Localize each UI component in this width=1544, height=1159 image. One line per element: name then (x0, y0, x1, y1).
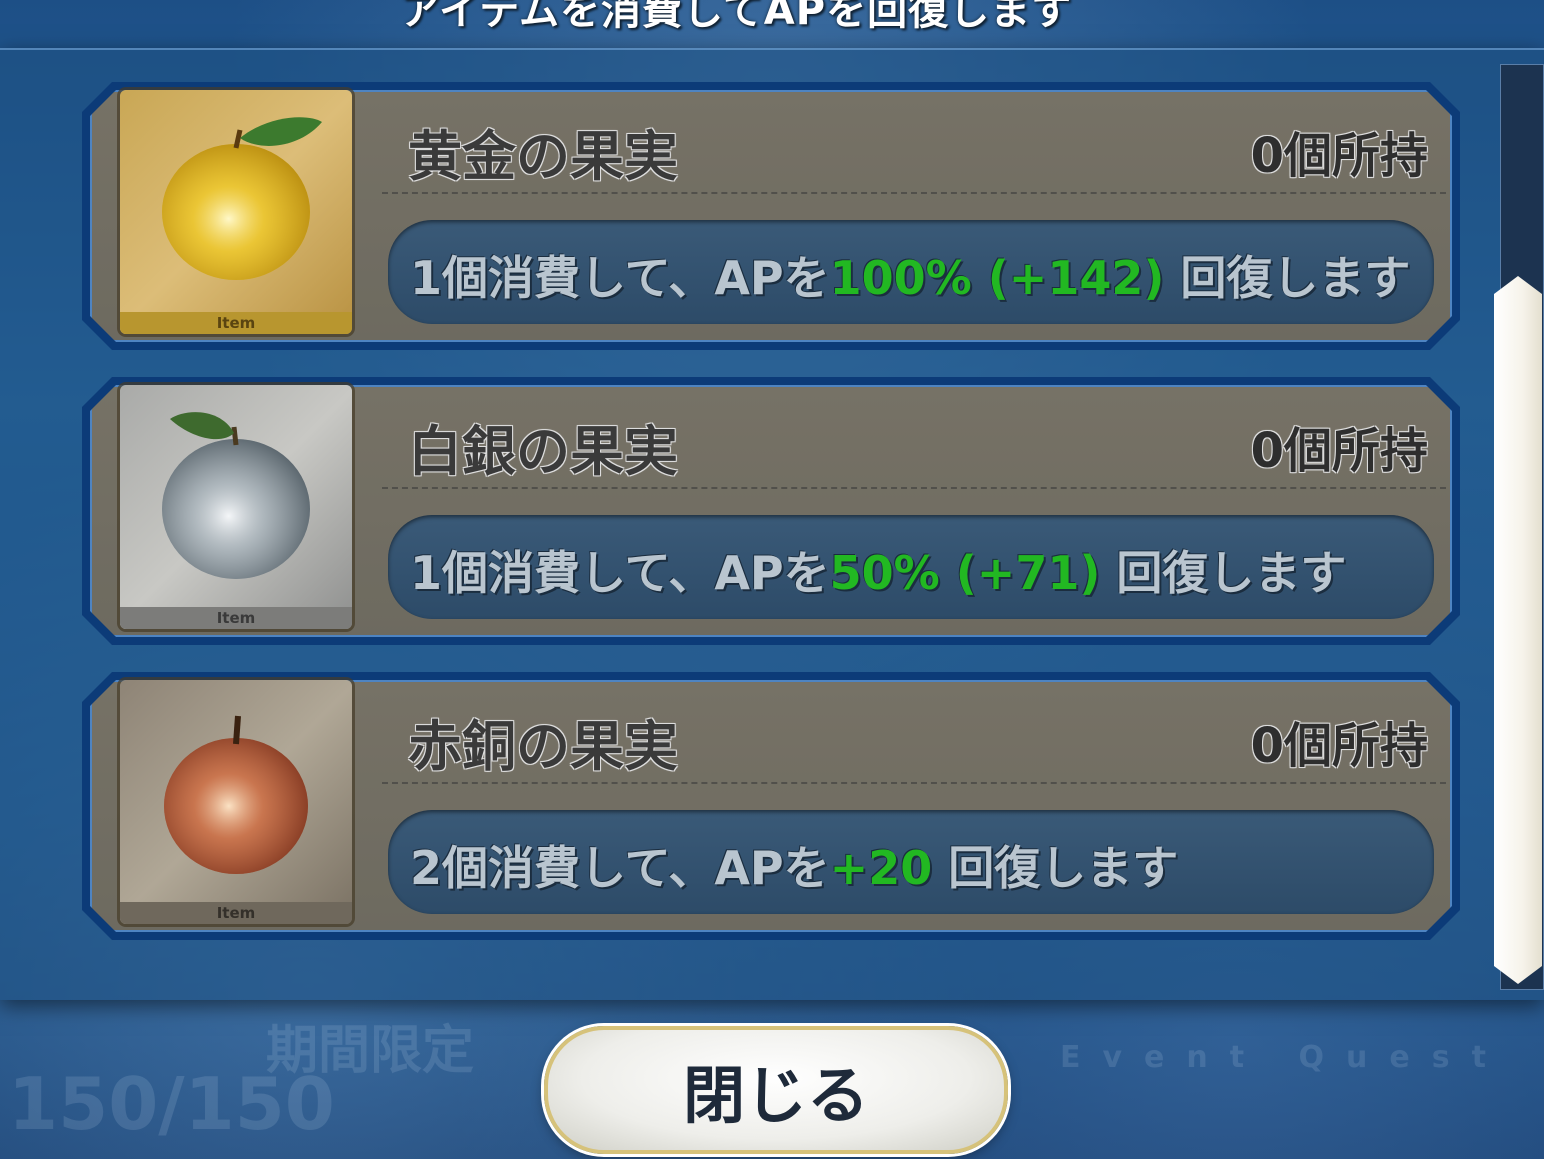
item-card-silver[interactable]: Item 白銀の果実 0個所持 1個消費して、APを50% (+71) 回復しま… (82, 377, 1460, 645)
bronze-fruit-thumbnail: Item (120, 680, 352, 924)
divider (382, 782, 1446, 784)
desc-suffix: 回復します (932, 841, 1179, 895)
silver-apple-icon (140, 403, 332, 583)
desc-suffix: 回復します (1100, 546, 1347, 600)
item-count: 0個所持 (1250, 718, 1428, 774)
item-name: 赤銅の果実 (408, 715, 678, 778)
silver-fruit-thumbnail: Item (120, 385, 352, 629)
item-tag: Item (120, 902, 352, 924)
golden-apple-icon (140, 108, 332, 288)
desc-prefix: 1個消費して、APを (410, 546, 830, 600)
item-count: 0個所持 (1250, 128, 1428, 184)
divider (382, 192, 1446, 194)
item-name: 黄金の果実 (408, 125, 678, 188)
item-tag: Item (120, 607, 352, 629)
dialog-title: アイテムを消費してAPを回復します (400, 0, 1073, 34)
item-tag: Item (120, 312, 352, 334)
item-description: 1個消費して、APを100% (+142) 回復します (388, 220, 1434, 324)
bronze-apple-icon (140, 698, 332, 878)
divider (382, 487, 1446, 489)
desc-prefix: 2個消費して、APを (410, 841, 830, 895)
item-description: 1個消費して、APを50% (+71) 回復します (388, 515, 1434, 619)
item-name: 白銀の果実 (408, 420, 678, 483)
item-description: 2個消費して、APを+20 回復します (388, 810, 1434, 914)
close-button[interactable]: 閉じる (544, 1026, 1008, 1154)
desc-highlight: 50% (+71) (829, 546, 1101, 600)
desc-suffix: 回復します (1164, 251, 1411, 305)
background-event-label: Event Quest (1060, 1040, 1508, 1075)
background-limited-label: 期間限定 (266, 1021, 475, 1081)
item-card-bronze[interactable]: Item 赤銅の果実 0個所持 2個消費して、APを+20 回復します (82, 672, 1460, 940)
scrollbar-thumb[interactable] (1494, 276, 1542, 984)
desc-highlight: 100% (+142) (829, 251, 1165, 305)
item-count: 0個所持 (1250, 423, 1428, 479)
item-card-gold[interactable]: Item 黄金の果実 0個所持 1個消費して、APを100% (+142) 回復… (82, 82, 1460, 350)
desc-highlight: +20 (829, 841, 933, 895)
golden-fruit-thumbnail: Item (120, 90, 352, 334)
desc-prefix: 1個消費して、APを (410, 251, 830, 305)
